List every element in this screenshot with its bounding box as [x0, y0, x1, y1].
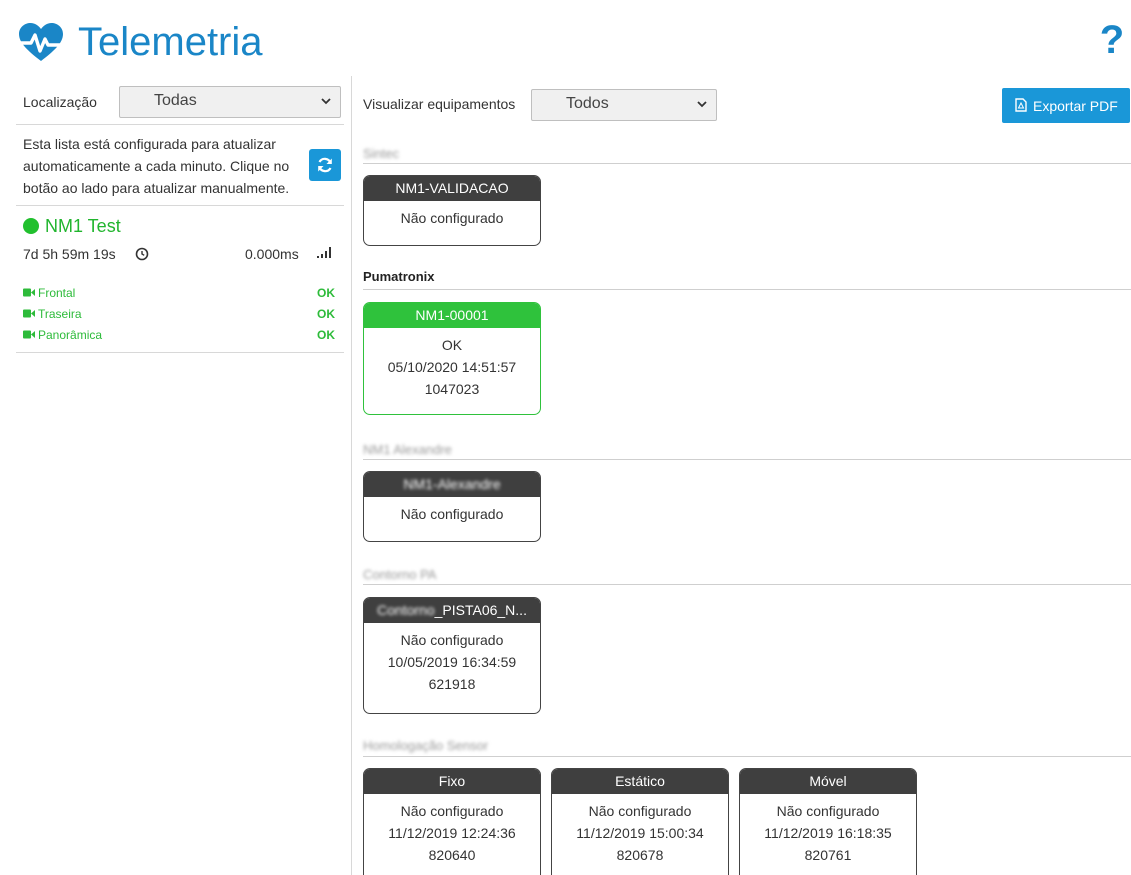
group-title: Sintec	[363, 146, 400, 161]
card-status: Não configurado	[400, 506, 504, 522]
card-title: NM1-VALIDACAO	[364, 176, 540, 201]
app-header: Telemetria ?	[0, 0, 1131, 76]
equipment-select[interactable]: Todos	[531, 89, 717, 121]
card-timestamp: 05/10/2020 14:51:57	[387, 359, 517, 375]
card-count: 820678	[616, 847, 664, 863]
card-timestamp: 11/12/2019 16:18:35	[764, 825, 892, 841]
card-title-suffix: _PISTA06_N...	[434, 602, 527, 618]
group-title: Contorno PA	[363, 567, 437, 582]
sidebar: Localização Todas Esta lista está config…	[0, 76, 352, 875]
device-header: NM1 Test	[23, 214, 223, 238]
group-divider	[363, 289, 1131, 290]
card-timestamp: 11/12/2019 15:00:34	[576, 825, 704, 841]
card-status: Não configurado	[588, 803, 692, 819]
equipment-card[interactable]: NM1-VALIDACAO Não configurado	[363, 175, 541, 246]
card-count: 1047023	[424, 381, 480, 397]
location-select-value: Todas	[154, 92, 197, 109]
camera-row: Panorâmica OK	[23, 326, 335, 347]
group-title: Homologação Sensor	[363, 738, 489, 753]
card-status: Não configurado	[400, 803, 504, 819]
divider	[16, 352, 344, 353]
card-status: Não configurado	[400, 210, 504, 226]
card-body: Não configurado 10/05/2019 16:34:59 6219…	[364, 623, 540, 695]
card-title: Fixo	[364, 769, 540, 794]
equipment-card[interactable]: Móvel Não configurado 11/12/2019 16:18:3…	[739, 768, 917, 875]
camera-name: Panorâmica	[38, 328, 103, 342]
card-title-blurred: NM1-Alexandre	[403, 476, 501, 492]
video-camera-icon	[23, 330, 35, 339]
device-uptime: 7d 5h 59m 19s	[23, 246, 116, 262]
equipment-card[interactable]: Estático Não configurado 11/12/2019 15:0…	[551, 768, 729, 875]
card-body: Não configurado	[364, 201, 540, 229]
camera-name: Traseira	[38, 307, 82, 321]
group-title: NM1 Alexandre	[363, 442, 452, 457]
page-title: Telemetria	[78, 20, 263, 64]
card-timestamp: 10/05/2019 16:34:59	[387, 654, 517, 670]
group-divider	[363, 163, 1131, 164]
refresh-icon	[318, 157, 332, 173]
equipment-card[interactable]: NM1-Alexandre Não configurado	[363, 471, 541, 542]
card-count: 621918	[428, 676, 476, 692]
equipment-select-value: Todos	[566, 95, 609, 112]
card-body: Não configurado 11/12/2019 15:00:34 8206…	[552, 794, 728, 866]
chevron-down-icon	[697, 101, 707, 108]
heart-pulse-icon	[18, 23, 64, 61]
location-filter: Localização Todas	[23, 86, 343, 120]
camera-status: OK	[317, 286, 335, 300]
camera-status: OK	[317, 328, 335, 342]
status-dot	[23, 218, 39, 234]
card-title: Móvel	[740, 769, 916, 794]
pdf-file-icon	[1015, 98, 1027, 112]
equipment-card[interactable]: Fixo Não configurado 11/12/2019 12:24:36…	[363, 768, 541, 875]
camera-status: OK	[317, 307, 335, 321]
chevron-down-icon	[321, 98, 331, 105]
card-body: Não configurado 11/12/2019 12:24:36 8206…	[364, 794, 540, 866]
help-icon[interactable]: ?	[1099, 18, 1125, 62]
video-camera-icon	[23, 288, 35, 297]
camera-list: Frontal OK Traseira OK Panorâmica OK	[23, 284, 335, 347]
refresh-button[interactable]	[309, 149, 341, 181]
equipment-card[interactable]: Contorno_PISTA06_N... Não configurado 10…	[363, 597, 541, 714]
location-select[interactable]: Todas	[119, 86, 341, 118]
card-body: Não configurado	[364, 497, 540, 525]
camera-name: Frontal	[38, 286, 76, 300]
card-title: NM1-00001	[364, 303, 540, 328]
card-status: Não configurado	[400, 632, 504, 648]
card-title: Estático	[552, 769, 728, 794]
visualize-label: Visualizar equipamentos	[363, 96, 516, 112]
card-count: 820640	[428, 847, 476, 863]
divider	[16, 124, 344, 125]
video-camera-icon	[23, 309, 35, 318]
card-title: Contorno_PISTA06_N...	[364, 598, 540, 623]
auto-refresh-info: Esta lista está configurada para atualiz…	[23, 136, 290, 196]
device-name: NM1 Test	[45, 216, 121, 236]
card-body: OK 05/10/2020 14:51:57 1047023	[364, 328, 540, 400]
group-divider	[363, 459, 1131, 460]
camera-row: Frontal OK	[23, 284, 335, 305]
export-pdf-label: Exportar PDF	[1033, 98, 1118, 114]
divider	[16, 205, 344, 206]
group-title: Pumatronix	[363, 269, 435, 284]
card-title: NM1-Alexandre	[364, 472, 540, 497]
card-count: 820761	[804, 847, 852, 863]
camera-row: Traseira OK	[23, 305, 335, 326]
group-divider	[363, 584, 1131, 585]
equipment-card[interactable]: NM1-00001 OK 05/10/2020 14:51:57 1047023	[363, 302, 541, 415]
card-body: Não configurado 11/12/2019 16:18:35 8207…	[740, 794, 916, 866]
main-panel: Visualizar equipamentos Todos Exportar P…	[353, 76, 1131, 875]
signal-icon	[317, 247, 331, 258]
clock-icon	[135, 247, 149, 261]
group-divider	[363, 756, 1131, 757]
card-status: Não configurado	[776, 803, 880, 819]
device-latency: 0.000ms	[245, 246, 299, 262]
location-label: Localização	[23, 94, 97, 110]
card-title-blurred: Contorno	[377, 602, 435, 618]
export-pdf-button[interactable]: Exportar PDF	[1002, 88, 1130, 123]
card-timestamp: 11/12/2019 12:24:36	[388, 825, 516, 841]
card-status: OK	[441, 337, 463, 353]
